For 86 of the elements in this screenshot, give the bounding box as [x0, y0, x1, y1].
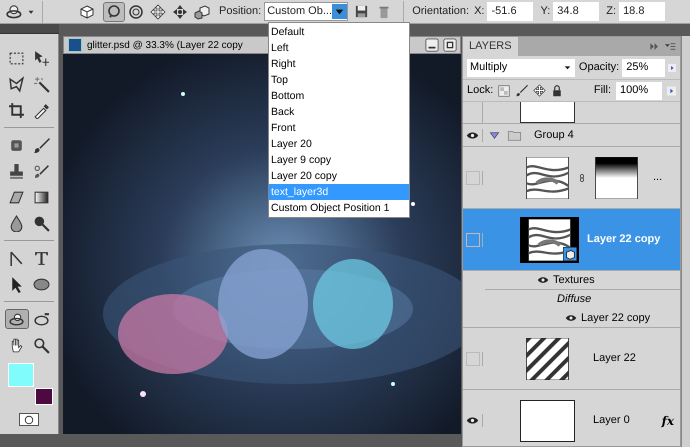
background-swatch[interactable] [35, 388, 53, 405]
coordinate-field[interactable]: 34.8 [553, 2, 600, 21]
blur-drop-icon [8, 214, 25, 232]
texture-group-label: Textures [553, 272, 595, 288]
rotate-3d-icon[interactable] [6, 2, 24, 20]
menu-item[interactable]: Layer 9 copy [269, 152, 409, 168]
minimize-icon[interactable] [424, 38, 440, 52]
stamp-icon [8, 162, 25, 180]
panel-menu-icon[interactable] [664, 41, 677, 52]
menu-item[interactable]: Layer 20 [269, 136, 409, 152]
slide-arrows-icon [172, 4, 188, 20]
blend-mode-dropdown[interactable]: Multiply [467, 58, 575, 76]
trash-icon[interactable] [377, 4, 392, 18]
rotate-3d-icon [8, 310, 25, 328]
layer-row[interactable]: Layer 22 [463, 328, 680, 390]
menu-item[interactable]: Custom Object Position 1 [269, 200, 409, 216]
circle-icon[interactable] [24, 414, 34, 424]
foreground-swatch[interactable] [8, 363, 34, 387]
roll-icon [128, 4, 144, 20]
menu-item[interactable]: Front [269, 120, 409, 136]
marquee-icon [8, 50, 25, 66]
material-label: Diffuse [556, 292, 592, 308]
layer-row[interactable]: Layer 0 fx [463, 390, 680, 446]
coordinate-label: Z: [606, 4, 616, 20]
type-icon [33, 250, 50, 266]
lock-transparency-icon[interactable] [498, 84, 510, 96]
gradient-icon [33, 188, 50, 206]
orientation-label: Orientation: [412, 4, 470, 20]
history-brush-icon [33, 162, 50, 180]
zoom-icon [33, 336, 50, 354]
coordinate-field[interactable]: 18.8 [619, 2, 666, 21]
menu-item[interactable]: Back [269, 104, 409, 120]
dodge-icon [33, 214, 50, 232]
save-icon[interactable] [354, 4, 370, 19]
menu-item[interactable]: Top [269, 72, 409, 88]
disclosure-triangle-icon[interactable] [489, 130, 500, 140]
opacity-label: Opacity: [578, 60, 620, 76]
eraser-icon [8, 188, 25, 206]
orbit-icon [33, 310, 50, 328]
coordinate-label: X: [474, 4, 484, 20]
coordinate-label: Y: [540, 4, 550, 20]
texture-layer-name[interactable]: Layer 22 copy [581, 310, 650, 326]
quick-mask-button[interactable] [19, 413, 39, 426]
menu-item[interactable]: Right [269, 56, 409, 72]
cube-scale-icon [194, 4, 210, 20]
brush-icon [33, 136, 50, 154]
move-arrows-icon [150, 4, 166, 20]
move-arrows-icon[interactable] [533, 84, 546, 97]
document-title: glitter.psd @ 33.3% (Layer 22 copy [87, 38, 243, 52]
cube-badge-icon[interactable] [563, 246, 577, 260]
rotate-icon [106, 4, 122, 20]
lock-label: Lock: [467, 83, 494, 98]
layers-tab[interactable]: LAYERS [463, 37, 518, 56]
collapse-icon[interactable] [649, 41, 660, 52]
magic-wand-icon [33, 76, 50, 92]
menu-item[interactable]: Layer 20 copy [269, 168, 409, 184]
ellipse-icon [33, 276, 50, 292]
layer-thumbnail [520, 102, 575, 123]
cube-icon[interactable] [79, 4, 95, 20]
coordinate-field[interactable]: -51.6 [487, 2, 534, 21]
menu-item[interactable]: Left [269, 40, 409, 56]
menu-item[interactable]: Default [269, 24, 409, 40]
layer-name[interactable]: Group 4 [534, 126, 574, 144]
move-icon [33, 50, 50, 66]
menu-item[interactable]: Bottom [269, 88, 409, 104]
app-icon [68, 38, 82, 52]
effects-icon: fx [662, 412, 674, 430]
lasso-icon [8, 76, 25, 92]
layer-row[interactable]: ... [463, 147, 680, 209]
fill-field[interactable]: 100% [616, 82, 662, 100]
lock-icon[interactable] [551, 84, 564, 96]
eyedropper-icon [33, 102, 50, 118]
mode-button[interactable] [103, 2, 125, 22]
eye-icon[interactable] [565, 312, 577, 324]
opacity-field[interactable]: 25% [622, 58, 665, 76]
panel-header-bar [0, 24, 59, 34]
maximize-icon[interactable] [442, 38, 458, 52]
position-label: Position: [219, 4, 262, 20]
eye-icon[interactable] [537, 274, 549, 286]
tool-button[interactable] [4, 309, 28, 329]
position-dropdown[interactable]: Custom Ob... [264, 2, 348, 21]
layer-thumbnail [520, 400, 575, 442]
pen-icon [8, 250, 25, 266]
brush-icon[interactable] [515, 84, 528, 97]
fill-label: Fill: [594, 83, 611, 98]
crop-icon [8, 102, 25, 118]
